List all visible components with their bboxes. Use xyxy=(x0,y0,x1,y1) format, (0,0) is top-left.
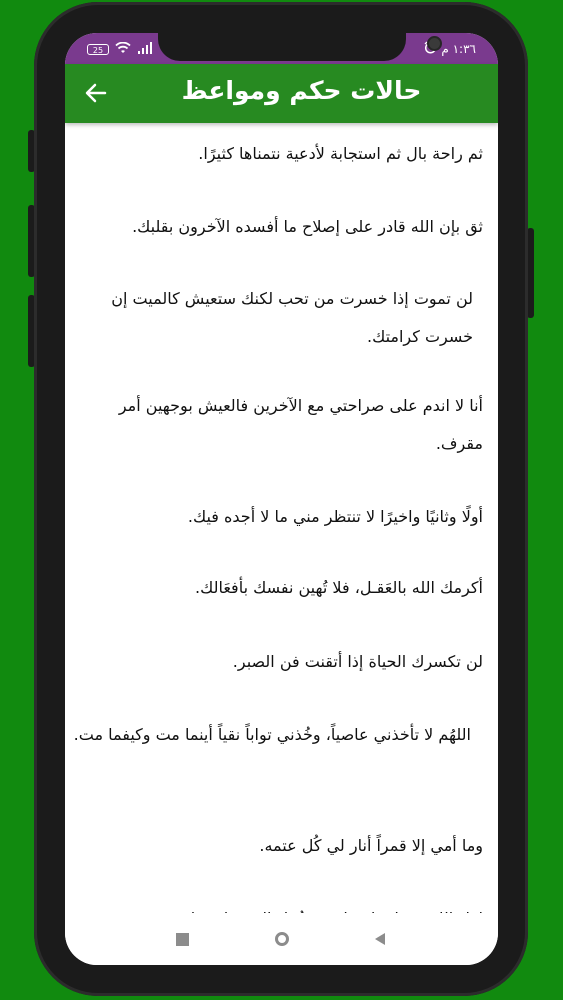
phrase-item: اللهُم لا تأخذني عاصياً، وخُذني تواباً ن… xyxy=(73,725,471,744)
status-icons: 25 xyxy=(87,41,153,57)
phrase-item: أنا لا اندم على صراحتي مع الآخرين فالعيش… xyxy=(118,396,483,453)
camera-notch xyxy=(158,33,442,61)
triangle-back-icon[interactable] xyxy=(368,927,392,951)
camera-icon xyxy=(427,36,442,51)
signal-icon xyxy=(137,42,153,57)
status-bar: 25 ١:٣٦ م xyxy=(65,33,498,64)
circle-icon[interactable] xyxy=(270,927,294,951)
page-title: حالات حكم ومواعظ xyxy=(181,76,422,105)
app-bar: حالات حكم ومواعظ xyxy=(65,64,498,123)
phone-screen: 25 ١:٣٦ م حالات حكم ومواعظ ثم راحة بال ث… xyxy=(65,33,498,965)
phrase-item: ثم راحة بال ثم استجابة لأدعية نتمناها كث… xyxy=(198,144,483,163)
wifi-icon xyxy=(115,41,131,57)
phrase-item: لعل الله في لحظة ما يغير عُمل الذي ظننته… xyxy=(71,900,483,913)
navigation-bar xyxy=(65,913,498,965)
power-button xyxy=(527,228,534,318)
arrow-left-icon[interactable] xyxy=(79,76,113,110)
status-time: ١:٣٦ م xyxy=(441,42,476,56)
battery-icon: 25 xyxy=(87,44,109,55)
phrase-list[interactable]: ثم راحة بال ثم استجابة لأدعية نتمناها كث… xyxy=(65,123,498,913)
phrase-item: لن تكسرك الحياة إذا أتقنت فن الصبر. xyxy=(232,652,483,671)
square-icon[interactable] xyxy=(170,927,194,951)
phrase-item: ثق بإن الله قادر على إصلاح ما أفسده الآخ… xyxy=(132,217,483,236)
phrase-item: لن تموت إذا خسرت من تحب لكنك ستعيش كالمي… xyxy=(111,289,473,346)
phrase-item: أولًا وثانيًا واخيرًا لا تنتظر مني ما لا… xyxy=(187,507,483,526)
phrase-item: أكرمك الله بالعَقـل، فلا تُهين نفسك بأفع… xyxy=(195,578,483,597)
phrase-item: وما أمي إلا قمراً أنار لي كُل عتمه. xyxy=(259,836,483,855)
background: 25 ١:٣٦ م حالات حكم ومواعظ ثم راحة بال ث… xyxy=(0,0,563,1000)
